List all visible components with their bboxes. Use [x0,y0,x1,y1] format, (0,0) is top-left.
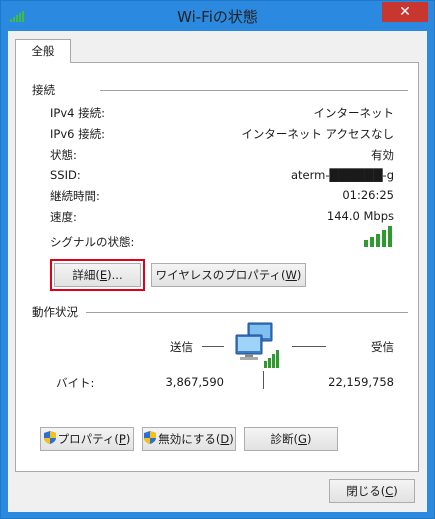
activity-divider [86,312,408,313]
close-window-button[interactable]: ✕ [382,2,428,22]
speed-value: 144.0 Mbps [326,209,394,223]
state-label: 状態: [50,148,77,162]
disable-button-text: 無効にする( [158,432,221,446]
sent-bytes-value: 3,867,590 [165,375,224,389]
network-computers-icon [234,321,284,374]
ssid-label: SSID: [50,168,81,182]
uac-shield-icon [43,429,56,451]
duration-value: 01:26:25 [342,188,394,202]
connection-divider [100,90,408,91]
received-label: 受信 [371,340,394,354]
disable-button-key: D [220,432,230,446]
properties-button-text: プロパティ( [57,432,119,446]
details-button-text: 詳細( [72,268,100,282]
signal-strength-icon [364,225,394,247]
general-panel: 接続 IPv4 接続: インターネット IPv6 接続: インターネット アクセ… [15,62,419,472]
client-area: 全般 接続 IPv4 接続: インターネット IPv6 接続: インターネット … [8,31,427,512]
close-button-text: 閉じる( [346,484,386,498]
close-icon: ✕ [399,4,411,20]
ipv6-label: IPv6 接続: [50,127,105,141]
details-button[interactable]: 詳細(E)... [54,263,141,287]
diagnose-button-text: 診断( [270,432,299,446]
wireless-button-key: W [285,268,297,282]
uac-shield-icon [144,429,157,451]
diagnose-button-key: G [298,432,307,446]
diagnose-button-suffix: ) [306,432,312,446]
disable-button[interactable]: 無効にする(D) [142,427,236,451]
close-button[interactable]: 閉じる(C) [329,479,415,503]
details-button-suffix: )... [107,268,123,282]
properties-button-key: P [118,432,126,446]
bytes-label: バイト: [56,376,95,390]
properties-button-suffix: ) [125,432,131,446]
close-button-suffix: ) [393,484,398,498]
diagnose-button[interactable]: 診断(G) [244,427,338,451]
wireless-properties-button[interactable]: ワイヤレスのプロパティ(W) [151,263,306,287]
window-title: Wi-Fiの状態 [177,8,258,26]
connection-heading: 接続 [32,83,55,97]
state-value: 有効 [371,148,394,162]
duration-label: 継続時間: [50,189,100,203]
speed-label: 速度: [50,210,77,224]
ipv4-value: インターネット [313,106,395,120]
sent-line [202,346,224,347]
received-line [292,346,326,347]
signal-label: シグナルの状態: [50,235,135,249]
tab-general[interactable]: 全般 [15,39,71,63]
activity-heading: 動作状況 [32,305,78,319]
sent-label: 送信 [170,340,193,354]
title-bar[interactable]: Wi-Fiの状態 ✕ [1,1,434,31]
wireless-button-text: ワイヤレスのプロパティ( [155,268,286,282]
ipv6-value: インターネット アクセスなし [241,127,394,141]
properties-button[interactable]: プロパティ(P) [40,427,134,451]
received-bytes-value: 22,159,758 [328,375,394,389]
wireless-button-suffix: ) [296,268,302,282]
disable-button-suffix: ) [229,432,234,446]
bytes-divider [263,371,264,389]
wifi-status-window: Wi-Fiの状態 ✕ 全般 接続 IPv4 接続: インターネット IPv6 接… [0,0,435,519]
ipv4-label: IPv4 接続: [50,106,105,120]
tab-general-label: 全般 [31,44,55,58]
ssid-value: aterm-██████-g [290,168,394,182]
